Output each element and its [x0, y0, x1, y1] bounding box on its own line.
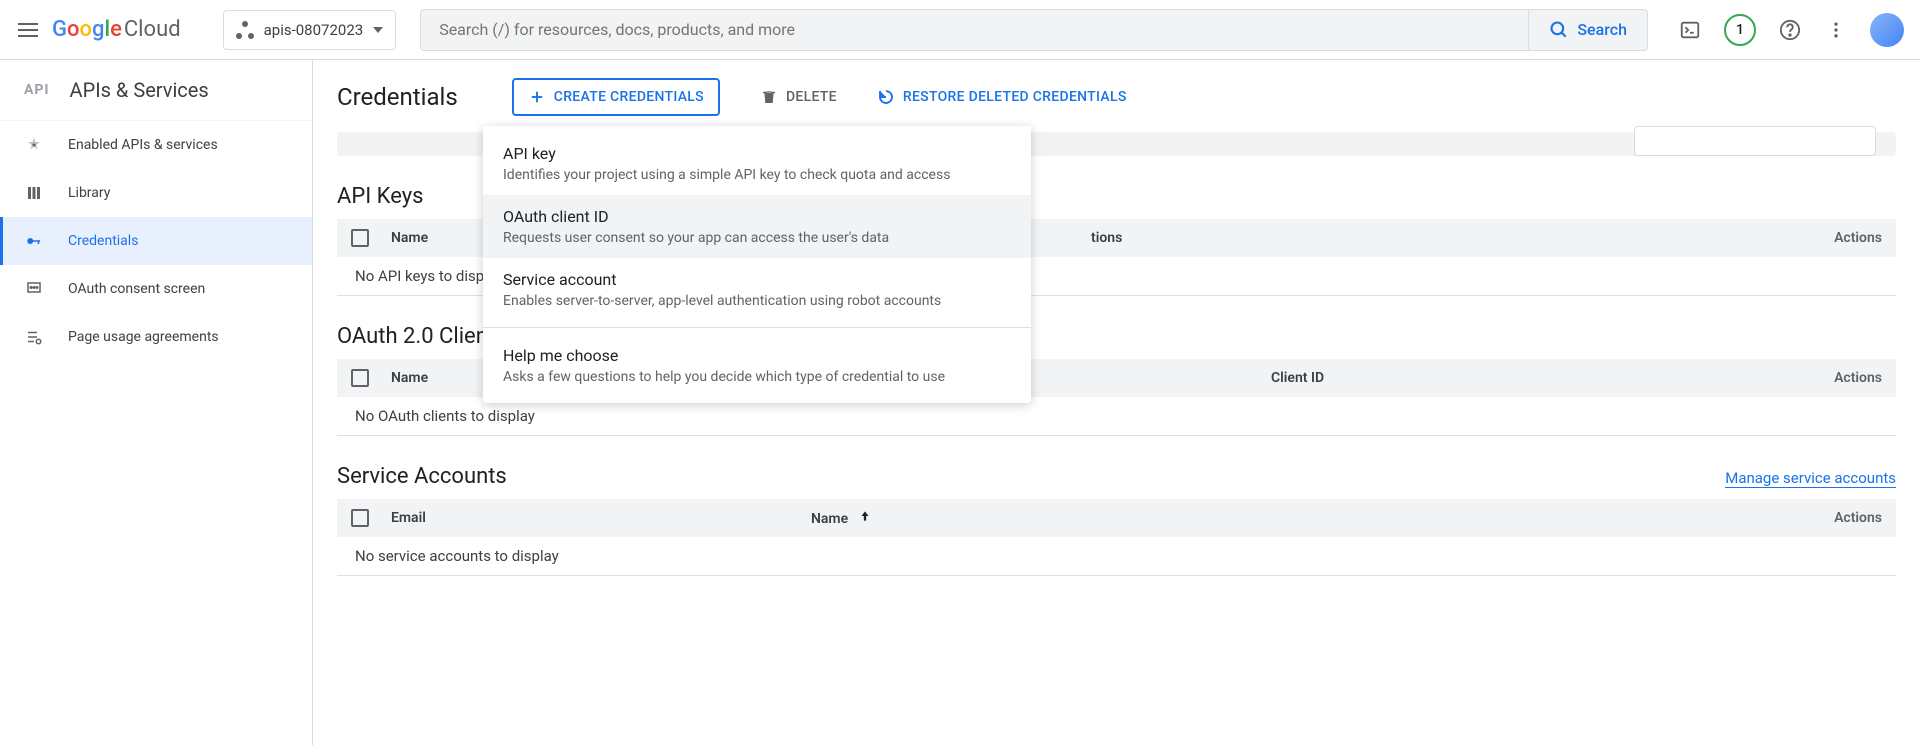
- menu-icon[interactable]: [16, 18, 40, 42]
- select-all-checkbox[interactable]: [351, 369, 369, 387]
- trash-icon: [760, 88, 778, 106]
- chevron-down-icon: [373, 27, 383, 33]
- create-credentials-dropdown: API key Identifies your project using a …: [483, 126, 1031, 403]
- column-actions: Actions: [1834, 230, 1882, 246]
- column-name[interactable]: Name: [811, 509, 1834, 527]
- user-avatar[interactable]: [1870, 13, 1904, 47]
- notification-badge[interactable]: 1: [1724, 14, 1756, 46]
- search-icon: [1549, 20, 1569, 40]
- section-service-accounts: Service Accounts Manage service accounts…: [337, 464, 1896, 576]
- sidebar-item-label: Page usage agreements: [68, 329, 219, 345]
- google-cloud-logo[interactable]: Google Cloud: [52, 17, 181, 42]
- sidebar-item-label: OAuth consent screen: [68, 281, 205, 297]
- sidebar: API APIs & Services Enabled APIs & servi…: [0, 60, 313, 745]
- column-actions: Actions: [1834, 370, 1882, 386]
- agreements-icon: [24, 327, 44, 347]
- sidebar-item-label: Library: [68, 185, 110, 201]
- sidebar-item-oauth-consent[interactable]: OAuth consent screen: [0, 265, 312, 313]
- more-options-icon[interactable]: [1824, 18, 1848, 42]
- dropdown-item-oauth-client-id[interactable]: OAuth client ID Requests user consent so…: [483, 195, 1031, 258]
- restore-icon: [877, 88, 895, 106]
- key-icon: [24, 231, 44, 251]
- create-credentials-button[interactable]: CREATE CREDENTIALS: [512, 78, 720, 116]
- enabled-apis-icon: [24, 135, 44, 155]
- select-all-checkbox[interactable]: [351, 509, 369, 527]
- delete-button[interactable]: DELETE: [760, 88, 837, 106]
- api-badge-icon: API: [24, 82, 50, 98]
- sort-ascending-icon: [858, 509, 872, 523]
- search-button[interactable]: Search: [1528, 10, 1647, 50]
- dropdown-item-api-key[interactable]: API key Identifies your project using a …: [483, 132, 1031, 195]
- sidebar-title: API APIs & Services: [0, 60, 312, 121]
- help-icon[interactable]: [1778, 18, 1802, 42]
- column-actions: Actions: [1834, 510, 1882, 526]
- search-input[interactable]: [421, 20, 1528, 39]
- sidebar-item-enabled-apis[interactable]: Enabled APIs & services: [0, 121, 312, 169]
- select-all-checkbox[interactable]: [351, 229, 369, 247]
- project-name: apis-08072023: [264, 21, 364, 39]
- sidebar-item-label: Credentials: [68, 233, 138, 249]
- column-email[interactable]: Email: [391, 510, 811, 526]
- restore-button[interactable]: RESTORE DELETED CREDENTIALS: [877, 88, 1127, 106]
- empty-state: No service accounts to display: [337, 537, 1896, 576]
- dropdown-item-service-account[interactable]: Service account Enables server-to-server…: [483, 258, 1031, 321]
- sidebar-item-label: Enabled APIs & services: [68, 137, 218, 153]
- manage-service-accounts-link[interactable]: Manage service accounts: [1725, 469, 1896, 488]
- sidebar-item-page-usage[interactable]: Page usage agreements: [0, 313, 312, 361]
- plus-icon: [528, 88, 546, 106]
- table-header: Email Name Actions: [337, 499, 1896, 537]
- dropdown-item-help-me-choose[interactable]: Help me choose Asks a few questions to h…: [483, 334, 1031, 397]
- consent-screen-icon: [24, 279, 44, 299]
- sidebar-item-library[interactable]: Library: [0, 169, 312, 217]
- page-title: Credentials: [337, 83, 458, 111]
- library-icon: [24, 183, 44, 203]
- search-bar: Search: [420, 9, 1648, 51]
- cloud-shell-icon[interactable]: [1678, 18, 1702, 42]
- project-icon: [236, 21, 254, 39]
- sidebar-item-credentials[interactable]: Credentials: [0, 217, 312, 265]
- section-title: Service Accounts: [337, 464, 507, 489]
- project-picker[interactable]: apis-08072023: [223, 10, 397, 50]
